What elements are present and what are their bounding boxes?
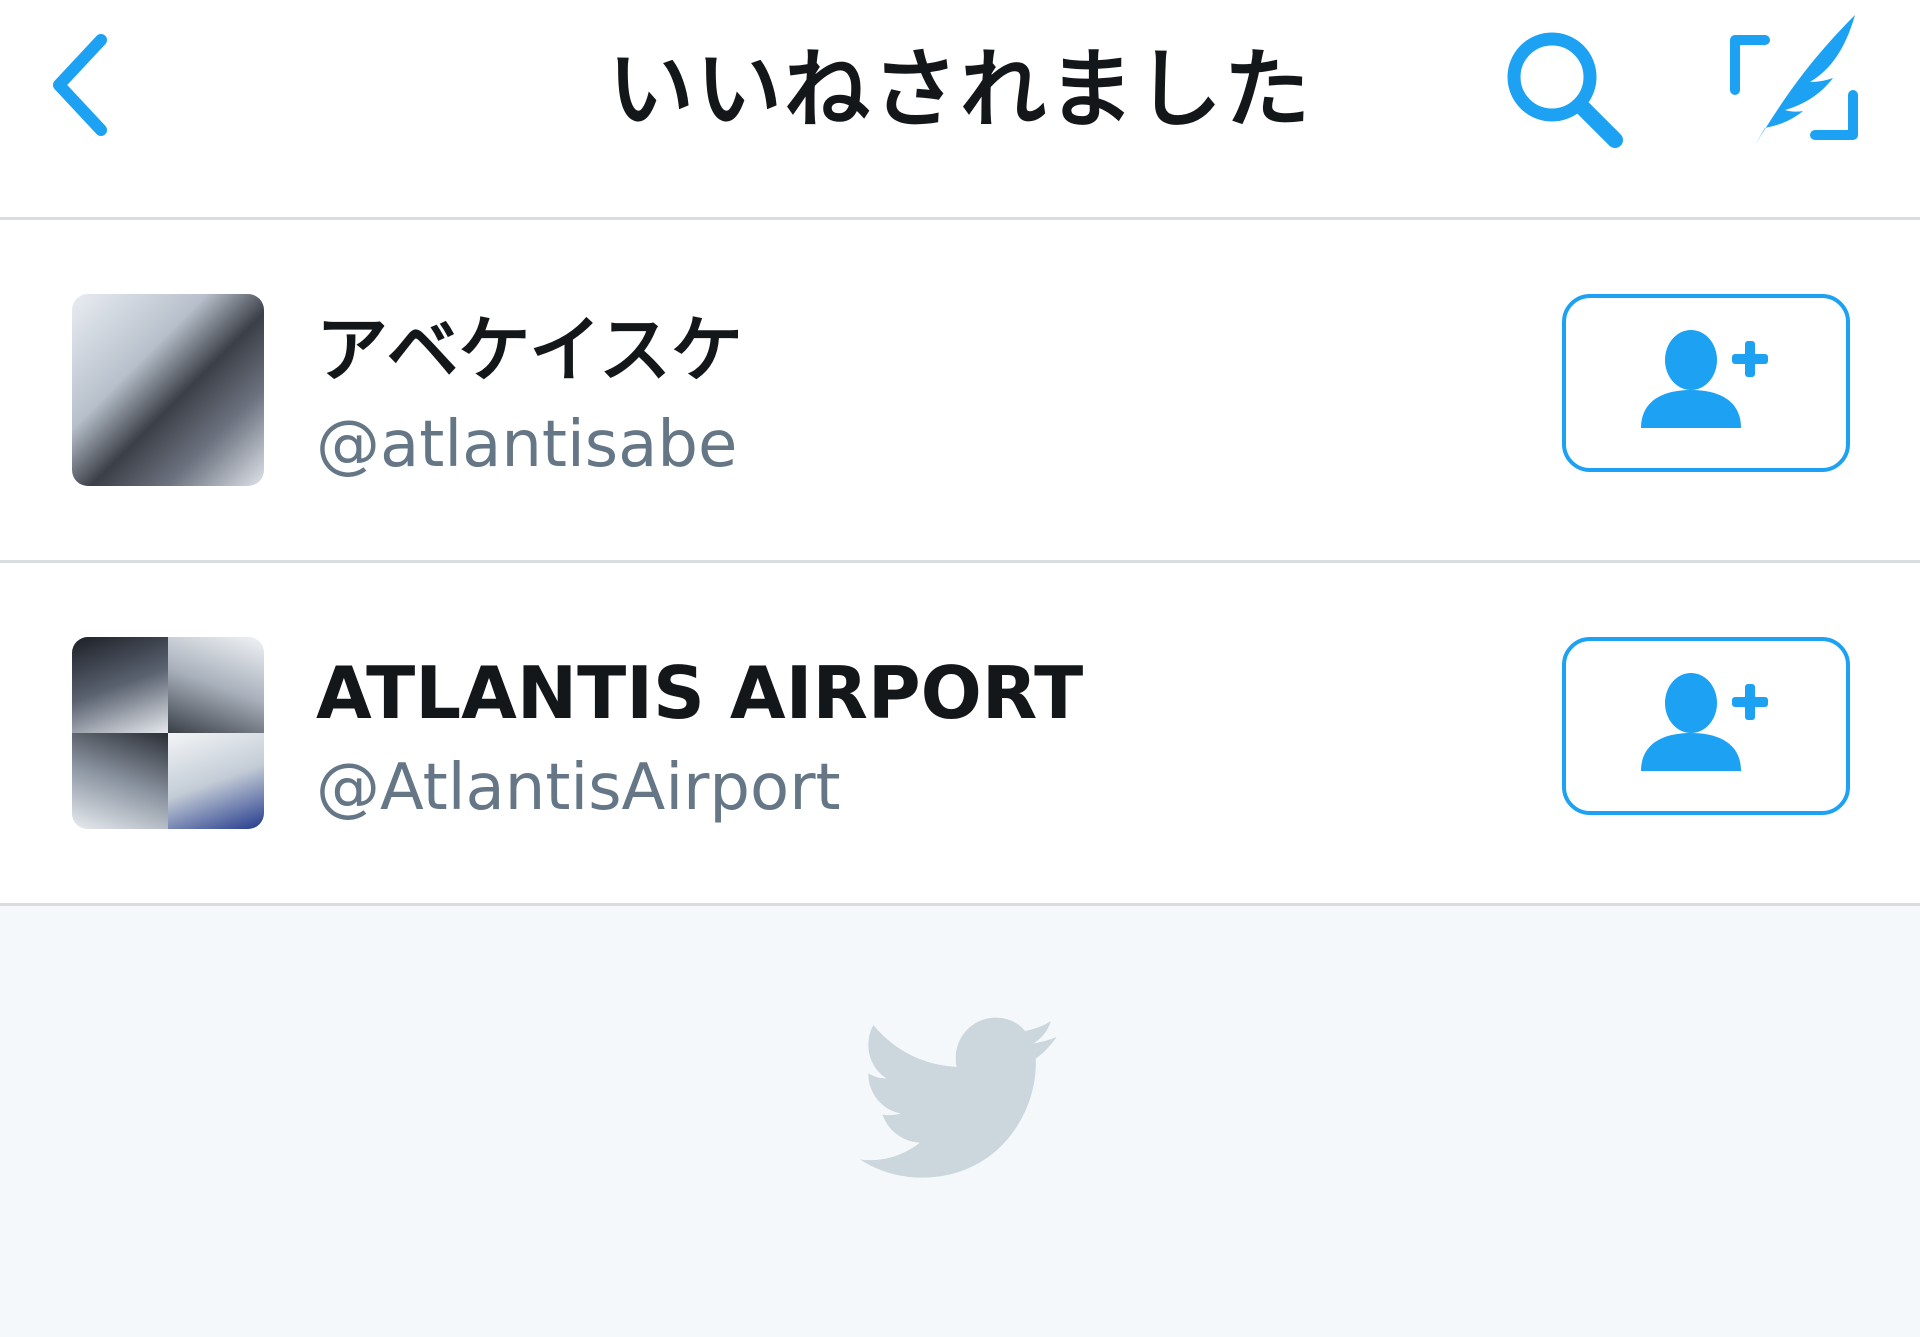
avatar[interactable] — [72, 637, 264, 829]
user-handle: @atlantisabe — [316, 408, 738, 482]
search-icon — [1507, 32, 1623, 148]
user-display-name: アベケイスケ — [316, 308, 743, 392]
list-item[interactable]: アベケイスケ @atlantisabe — [0, 220, 1920, 563]
liked-by-screen: いいねされました アベケイスケ @atlantisabe ATLANTIS AI… — [0, 0, 1920, 1337]
liked-users-list: アベケイスケ @atlantisabe ATLANTIS AIRPORT @At… — [0, 220, 1920, 906]
list-footer — [0, 906, 1920, 1337]
avatar[interactable] — [72, 294, 264, 486]
list-item[interactable]: ATLANTIS AIRPORT @AtlantisAirport — [0, 563, 1920, 906]
compose-tweet-icon — [1730, 15, 1858, 145]
user-display-name: ATLANTIS AIRPORT — [316, 651, 1084, 735]
follow-user-icon — [1641, 330, 1768, 428]
follow-user-icon — [1641, 673, 1768, 771]
compose-tweet-button[interactable] — [1720, 5, 1870, 155]
navigation-header: いいねされました — [0, 0, 1920, 220]
user-handle: @AtlantisAirport — [316, 751, 841, 825]
follow-button[interactable] — [1562, 294, 1850, 472]
twitter-bird-icon — [860, 1017, 1057, 1178]
follow-button[interactable] — [1562, 637, 1850, 815]
search-button[interactable] — [1490, 20, 1640, 160]
